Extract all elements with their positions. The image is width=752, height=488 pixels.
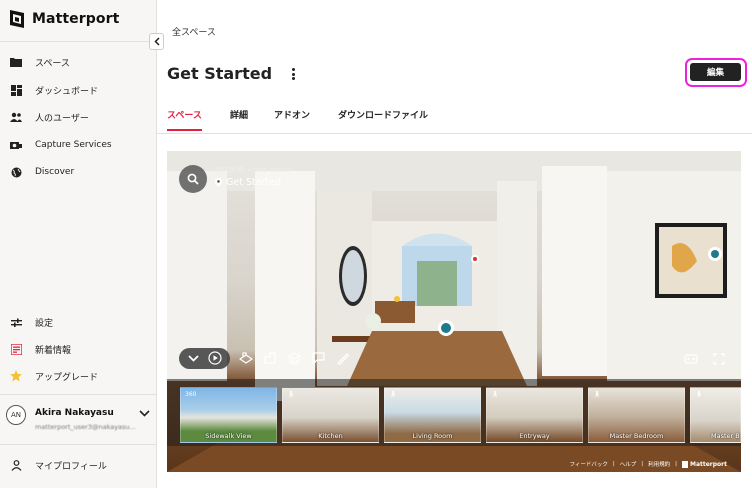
dollhouse-view-icon[interactable] (238, 350, 254, 366)
thumbnail-master-bath[interactable]: 🚶︎ Master Ba (690, 387, 741, 443)
thumbnail-sidewalk-view[interactable]: 360 Sidewalk View (180, 387, 277, 443)
user-account-menu[interactable]: AN Akira Nakayasu matterport_user3@nakay… (6, 403, 156, 437)
tab-divider (157, 133, 752, 134)
news-icon (10, 343, 22, 355)
walk-icon: 🚶︎ (491, 391, 499, 398)
search-button[interactable] (179, 165, 207, 193)
walk-icon: 🚶︎ (287, 391, 295, 398)
avatar: AN (6, 405, 26, 425)
logo-text: Matterport (32, 11, 120, 27)
thumbnail-living-room[interactable]: 🚶︎ Living Room (384, 387, 481, 443)
sidebar-item-users[interactable]: 人のユーザー (10, 109, 89, 125)
sidebar-item-news[interactable]: 新着情報 (10, 341, 71, 357)
sidebar-item-label: Discover (35, 167, 75, 177)
capture-icon (10, 139, 22, 151)
thumbnail-entryway[interactable]: 🚶︎ Entryway (486, 387, 583, 443)
thumbnail-master-bedroom[interactable]: 🚶︎ Master Bedroom (588, 387, 685, 443)
tab-details[interactable]: 詳細 (230, 108, 248, 129)
logo[interactable]: Matterport (10, 10, 119, 28)
thumbnail-label: Sidewalk View (205, 432, 252, 440)
sliders-icon (10, 316, 22, 328)
tab-addons[interactable]: アドオン (274, 108, 310, 129)
tour-controls[interactable] (179, 347, 230, 369)
thumbnail-kitchen[interactable]: 🚶︎ Kitchen (282, 387, 379, 443)
space-viewer[interactable]: 提供企業: Acme Realty Get Started 360 Sidewa… (167, 151, 741, 472)
page-title: Get Started (167, 64, 273, 83)
more-options-icon[interactable] (287, 66, 299, 82)
sidebar-divider (0, 394, 157, 395)
sidebar-item-label: スペース (35, 58, 70, 69)
tab-downloads[interactable]: ダウンロードファイル (338, 108, 428, 129)
footer-separator: | (612, 461, 615, 467)
fullscreen-icon[interactable] (711, 351, 727, 367)
terms-link[interactable]: 利用規約 (648, 460, 670, 468)
sidebar-item-discover[interactable]: Discover (10, 164, 74, 180)
star-icon (10, 370, 22, 382)
folder-icon (10, 56, 22, 68)
mattertags-icon[interactable] (310, 350, 326, 366)
feedback-link[interactable]: フィードバック (569, 460, 607, 468)
play-icon[interactable] (207, 351, 222, 365)
edit-button[interactable]: 編集 (690, 63, 741, 81)
help-link[interactable]: ヘルプ (620, 460, 637, 468)
footer-separator: | (675, 461, 677, 467)
sidebar-item-capture-services[interactable]: Capture Services (10, 137, 112, 153)
floors-icon[interactable] (286, 350, 302, 366)
footer-separator: | (641, 461, 644, 467)
viewer-controls (179, 347, 350, 369)
chevron-left-icon (153, 37, 160, 46)
provider-label: 提供企業: Acme Realty (215, 166, 292, 174)
viewer-space-name-text: Get Started (226, 177, 282, 188)
sidebar: Matterport スペース ダッシュボード 人のユーザー Capture S… (0, 0, 157, 488)
user-name: Akira Nakayasu (35, 408, 114, 418)
sidebar-item-label: アップグレード (35, 372, 99, 383)
sidebar-item-settings[interactable]: 設定 (10, 314, 53, 330)
thumbnail-label: Kitchen (318, 432, 343, 440)
location-pin-icon (215, 178, 222, 187)
sidebar-item-label: ダッシュボード (35, 86, 99, 97)
walk-icon: 🚶︎ (389, 391, 397, 398)
sidebar-item-spaces[interactable]: スペース (10, 54, 70, 70)
walk-icon: 🚶︎ (593, 391, 601, 398)
chevron-down-icon[interactable] (187, 354, 199, 362)
viewer-right-controls (671, 351, 727, 367)
thumbnail-badge: 360 (185, 391, 197, 398)
thumbnail-label: Entryway (519, 432, 550, 440)
dashboard-icon (10, 84, 22, 96)
matterport-mini-logo[interactable]: Matterport (681, 460, 727, 468)
users-icon (10, 111, 22, 123)
breadcrumb[interactable]: 全スペース (172, 25, 216, 38)
sidebar-item-label: Capture Services (35, 140, 112, 150)
sidebar-item-my-profile[interactable]: マイプロフィール (10, 457, 107, 473)
floorplan-view-icon[interactable] (262, 350, 278, 366)
matterport-logo-icon (681, 460, 688, 468)
sidebar-item-label: 人のユーザー (35, 113, 89, 124)
search-icon (187, 173, 199, 185)
sidebar-item-label: 設定 (35, 318, 54, 329)
measure-icon[interactable] (334, 350, 350, 366)
sidebar-divider (0, 444, 157, 445)
viewer-footer: フィードバック | ヘルプ | 利用規約 | Matterport (564, 460, 727, 468)
thumbnail-label: Living Room (412, 432, 453, 440)
matterport-logo-icon (10, 10, 24, 28)
collapse-sidebar-button[interactable] (149, 33, 164, 50)
sidebar-divider (0, 41, 157, 42)
thumbnail-label: Master Ba (711, 432, 741, 440)
tab-spaces[interactable]: スペース (167, 108, 202, 131)
brand-text: Matterport (689, 460, 727, 468)
thumbnail-label: Master Bedroom (609, 432, 664, 440)
sidebar-item-label: マイプロフィール (35, 461, 107, 472)
walk-icon: 🚶︎ (695, 391, 703, 398)
chevron-down-icon[interactable] (139, 409, 150, 420)
sidebar-item-dashboard[interactable]: ダッシュボード (10, 82, 98, 98)
sidebar-item-label: 新着情報 (35, 345, 72, 356)
user-icon (10, 459, 22, 471)
globe-icon (10, 166, 22, 178)
user-email: matterport_user3@nakayasu... (35, 423, 136, 431)
viewer-space-name: Get Started (215, 177, 281, 188)
vr-icon[interactable] (683, 351, 699, 367)
app-window: Matterport スペース ダッシュボード 人のユーザー Capture S… (0, 0, 752, 488)
sidebar-item-upgrade[interactable]: アップグレード (10, 368, 98, 384)
highlight-reel: 360 Sidewalk View 🚶︎ Kitchen 🚶︎ Living R… (167, 379, 741, 446)
